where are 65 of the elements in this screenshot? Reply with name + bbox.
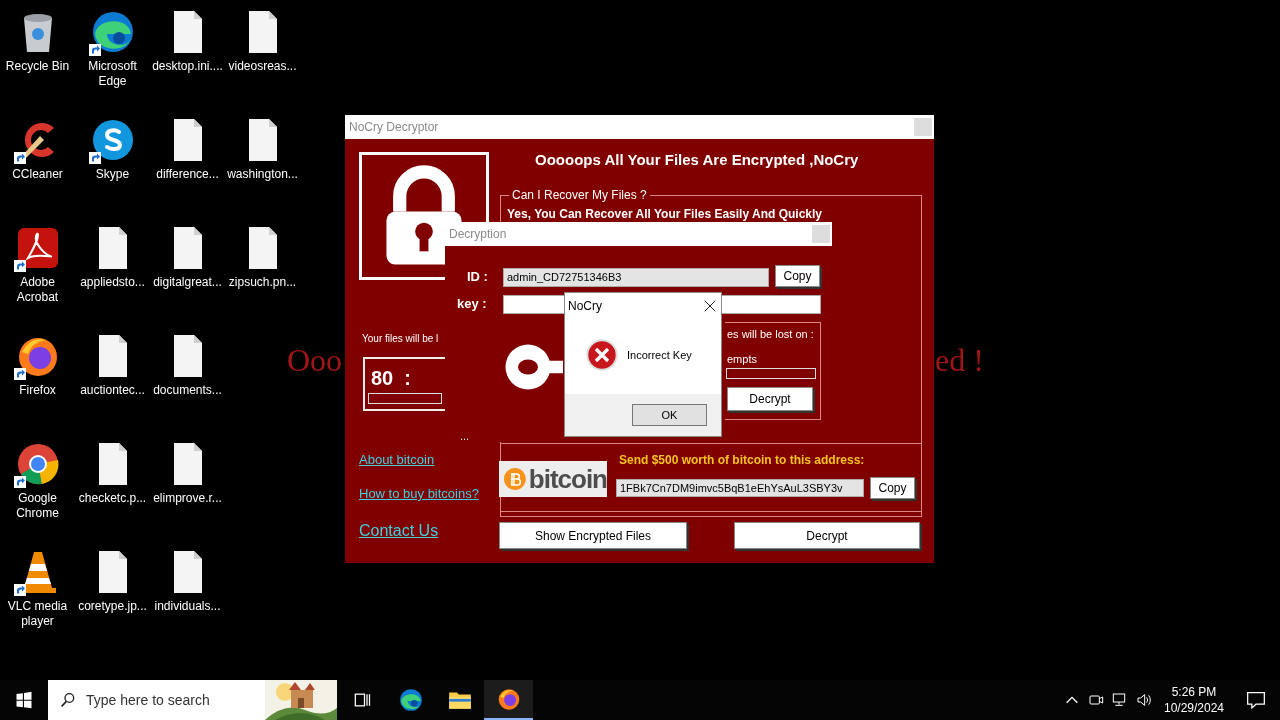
desktop-icon-label[interactable]: Google Chrome [0, 491, 75, 521]
id-field[interactable]: admin_CD72751346B3 [503, 268, 769, 287]
window-title: NoCry Decryptor [349, 120, 439, 134]
desktop-icon-label[interactable]: appliedsto... [80, 275, 145, 290]
desktop-icon-label[interactable]: CCleaner [12, 167, 63, 182]
ellipsis-text: ... [460, 430, 470, 442]
desktop-icon-label[interactable]: Recycle Bin [5, 59, 70, 74]
desktop-icon-label[interactable]: checketc.p... [78, 491, 147, 506]
message-title: NoCry [568, 298, 602, 313]
timer-caption: Your files will be l [362, 333, 439, 344]
desktop-icon-label[interactable]: Firefox [19, 383, 56, 398]
notification-icon [1246, 690, 1266, 710]
desktop-icon-label[interactable]: coretype.jp... [78, 599, 147, 614]
taskbar-app[interactable] [484, 680, 533, 720]
payment-instruction: Send $500 worth of bitcoin to this address: [619, 453, 865, 467]
desktop-icon-label[interactable]: individuals... [154, 599, 221, 614]
window-title: Decryption [449, 227, 507, 241]
close-icon [703, 298, 717, 313]
status-text: empts [727, 353, 757, 365]
message-text: Incorrect Key [627, 348, 692, 361]
desktop-icon-label[interactable]: Microsoft Edge [75, 59, 150, 89]
clock-time[interactable]: 5:26 PM [1171, 684, 1217, 700]
wallpaper-text: Ooo [287, 342, 343, 379]
group-legend: Can I Recover My Files ? [509, 188, 650, 202]
status-text: es will be lost on : [727, 328, 814, 340]
desktop-icon-label[interactable]: Adobe Acrobat [0, 275, 75, 305]
edge-icon [397, 687, 424, 713]
copy-button[interactable]: Copy [775, 265, 820, 287]
desktop-icon-label[interactable]: washington... [227, 167, 298, 182]
desktop-icon-label[interactable]: elimprove.r... [153, 491, 222, 506]
timer-value: 80 : [371, 367, 412, 390]
error-icon [586, 338, 618, 371]
window-button[interactable]: Show Encrypted Files [499, 522, 687, 549]
desktop-icon-label[interactable]: zipsuch.pn... [228, 275, 297, 290]
window-button[interactable]: Decrypt [734, 522, 920, 549]
wallpaper-text: ed ! [935, 342, 984, 379]
link[interactable]: How to buy bitcoins? [359, 486, 479, 501]
logo-text: bitcoin [528, 463, 607, 495]
link[interactable]: About bitcoin [359, 452, 435, 467]
recover-text: Yes, You Can Recover All Your Files Easily And Quickly [507, 207, 822, 221]
clock-date[interactable]: 10/29/2024 [1163, 700, 1225, 716]
desktop-icon-label[interactable]: videosreas... [228, 59, 297, 74]
desktop-icon-label[interactable]: documents... [153, 383, 222, 398]
link[interactable]: Contact Us [359, 522, 439, 540]
search-icon [60, 692, 76, 708]
network-icon [1112, 692, 1128, 708]
address-field[interactable]: 1FBk7Cn7DM9imvc5BqB1eEhYsAuL3SBY3v [616, 479, 864, 497]
decrypt-button[interactable]: Decrypt [727, 387, 813, 411]
windows-start-icon [15, 691, 33, 709]
desktop-icon-label[interactable]: VLC media player [0, 599, 75, 629]
meeting-icon [1088, 692, 1104, 708]
bitcoin-icon [503, 467, 527, 491]
speaker-icon [1136, 692, 1152, 708]
desktop-icon-label[interactable]: digitalgreat... [153, 275, 222, 290]
search-field[interactable]: Type here to search [48, 680, 337, 720]
desktop-icon-label[interactable]: Skype [95, 167, 130, 182]
copy-button[interactable]: Copy [870, 477, 915, 499]
close-button[interactable] [703, 298, 717, 313]
headline: Ooooops All Your Files Are Encrypted ,NoCry [535, 151, 859, 168]
field-label: ID : [467, 269, 488, 284]
desktop-icon-label[interactable]: desktop.ini.... [152, 59, 223, 74]
desktop-icon-label[interactable]: auctiontec... [80, 383, 145, 398]
desktop-icon-label[interactable]: difference... [156, 167, 219, 182]
ok-button[interactable]: OK [632, 404, 707, 426]
field-label: key : [457, 296, 487, 311]
